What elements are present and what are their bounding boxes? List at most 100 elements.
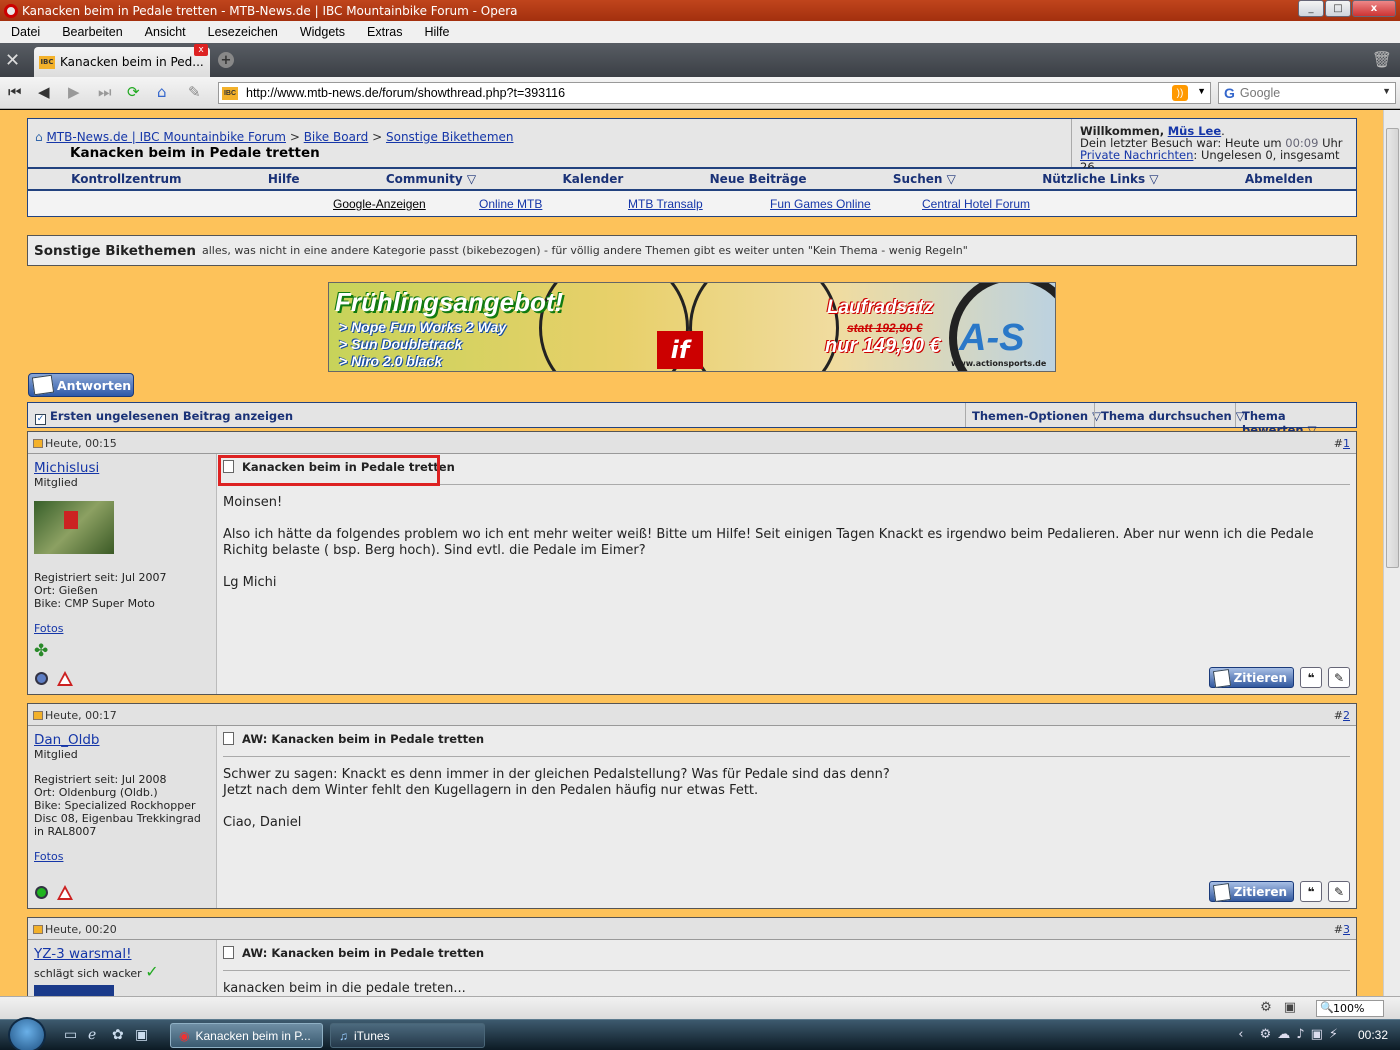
rewind-icon[interactable]: ⏮ bbox=[8, 83, 22, 101]
breadcrumb-sep: > bbox=[372, 130, 383, 144]
search-dropdown-icon[interactable]: ▼ bbox=[1382, 86, 1391, 96]
user-fotos-link[interactable]: Fotos bbox=[34, 622, 210, 635]
back-icon[interactable]: ◀ bbox=[38, 83, 50, 101]
tab-current[interactable]: IBC Kanacken beim in Ped... x bbox=[34, 44, 210, 77]
reply-button[interactable]: Antworten bbox=[28, 373, 134, 397]
system-tray[interactable]: ‹ ⚙☁♪▣⚡ bbox=[1238, 1027, 1344, 1042]
menu-ansicht[interactable]: Ansicht bbox=[134, 25, 197, 39]
post-number-link[interactable]: 2 bbox=[1343, 709, 1350, 722]
user-rank: Mitglied bbox=[34, 476, 78, 489]
quicklaunch-icon[interactable]: ✿ bbox=[112, 1027, 124, 1043]
post-number-link[interactable]: 1 bbox=[1343, 437, 1350, 450]
ad-link-mtb-transalp[interactable]: MTB Transalp bbox=[628, 197, 703, 211]
url-dropdown-icon[interactable]: ▼ bbox=[1197, 86, 1206, 96]
close-window-button[interactable]: x bbox=[1352, 0, 1396, 17]
report-icon[interactable] bbox=[57, 671, 73, 686]
nav-kalender[interactable]: Kalender bbox=[562, 172, 623, 186]
quote-button[interactable]: Zitieren bbox=[1208, 881, 1294, 902]
ad-link-fun-games[interactable]: Fun Games Online bbox=[770, 197, 871, 211]
zoom-control[interactable]: 🔍 100% bbox=[1316, 1000, 1384, 1017]
nav-community[interactable]: Community ▽ bbox=[386, 172, 476, 186]
nav-nuetzliche-links[interactable]: Nützliche Links ▽ bbox=[1042, 172, 1158, 186]
url-field[interactable]: IBC http://www.mtb-news.de/forum/showthr… bbox=[218, 82, 1211, 104]
username-link[interactable]: Dan_Oldb bbox=[34, 732, 100, 748]
taskbar-item-opera[interactable]: ◉ Kanacken beim in P... bbox=[170, 1023, 323, 1048]
page-content: ⌂ MTB-News.de | IBC Mountainbike Forum >… bbox=[0, 110, 1383, 996]
wheel-graphic bbox=[689, 283, 839, 371]
banner-item: > Nope Fun Works 2 Way bbox=[339, 319, 507, 335]
ie-icon[interactable]: ℯ bbox=[88, 1027, 96, 1043]
username-link[interactable]: YZ-3 warsmal! bbox=[34, 946, 132, 962]
thread-search-menu[interactable]: Thema durchsuchen ▽ bbox=[1094, 403, 1251, 427]
post-paragraph: kanacken beim in die pedale treten... bbox=[223, 981, 466, 996]
username-link[interactable]: Michislusi bbox=[34, 460, 99, 476]
menu-extras[interactable]: Extras bbox=[356, 25, 413, 39]
first-unread-link[interactable]: ✓ Ersten ungelesenen Beitrag anzeigen bbox=[35, 409, 293, 425]
post-message: Moinsen! Also ich hätte da folgendes pro… bbox=[223, 495, 1350, 591]
menu-bearbeiten[interactable]: Bearbeiten bbox=[51, 25, 133, 39]
rss-icon[interactable]: )) bbox=[1172, 85, 1188, 101]
window-titlebar: Kanacken beim in Pedale tretten - MTB-Ne… bbox=[0, 0, 1400, 21]
minimize-button[interactable]: _ bbox=[1298, 0, 1324, 17]
nav-neue-beitraege[interactable]: Neue Beiträge bbox=[710, 172, 807, 186]
nav-suchen[interactable]: Suchen ▽ bbox=[893, 172, 956, 186]
nav-abmelden[interactable]: Abmelden bbox=[1245, 172, 1313, 186]
menu-lesezeichen[interactable]: Lesezeichen bbox=[197, 25, 289, 39]
clock[interactable]: 00:32 bbox=[1358, 1028, 1388, 1042]
quote-button[interactable]: Zitieren bbox=[1208, 667, 1294, 688]
reload-icon[interactable]: ⟳ bbox=[127, 83, 140, 101]
tools-icon[interactable]: ✕ bbox=[5, 50, 20, 71]
quick-reply-icon[interactable]: ✎ bbox=[1328, 667, 1350, 688]
ad-banner[interactable]: Frühlingsangebot! > Nope Fun Works 2 Way… bbox=[328, 282, 1056, 372]
menu-widgets[interactable]: Widgets bbox=[289, 25, 356, 39]
quick-reply-icon[interactable]: ✎ bbox=[1328, 881, 1350, 902]
thread-rate-menu[interactable]: Thema bewerten ▽ bbox=[1235, 403, 1356, 437]
avatar[interactable] bbox=[34, 501, 114, 554]
user-status bbox=[35, 671, 73, 686]
user-fotos-link[interactable]: Fotos bbox=[34, 850, 210, 863]
multiquote-icon[interactable]: ❝ bbox=[1300, 881, 1322, 902]
show-desktop-icon[interactable]: ▭ bbox=[64, 1027, 77, 1043]
fast-forward-icon[interactable]: ⏭ bbox=[98, 83, 112, 101]
banner-item: > Sun Doubletrack bbox=[339, 336, 463, 352]
ad-link-online-mtb[interactable]: Online MTB bbox=[479, 197, 542, 211]
vertical-scrollbar[interactable] bbox=[1383, 110, 1400, 996]
breadcrumb-home[interactable]: MTB-News.de | IBC Mountainbike Forum bbox=[46, 130, 286, 144]
breadcrumb-sonstige[interactable]: Sonstige Bikethemen bbox=[386, 130, 514, 144]
post-hash: # bbox=[1333, 923, 1343, 936]
menu-hilfe[interactable]: Hilfe bbox=[413, 25, 460, 39]
nav-kontrollzentrum[interactable]: Kontrollzentrum bbox=[71, 172, 181, 186]
home-icon[interactable]: ⌂ bbox=[157, 83, 167, 101]
multiquote-icon[interactable]: ❝ bbox=[1300, 667, 1322, 688]
breadcrumb-bike-board[interactable]: Bike Board bbox=[304, 130, 369, 144]
tab-close-button[interactable]: x bbox=[194, 44, 208, 56]
forward-icon[interactable]: ▶ bbox=[68, 83, 80, 101]
first-unread-label: Ersten ungelesenen Beitrag anzeigen bbox=[50, 409, 294, 423]
post-number-link[interactable]: 3 bbox=[1343, 923, 1350, 936]
report-icon[interactable] bbox=[57, 885, 73, 900]
reply-button-label: Antworten bbox=[57, 377, 132, 393]
switch-windows-icon[interactable]: ▣ bbox=[135, 1027, 148, 1043]
start-button[interactable] bbox=[8, 1017, 46, 1050]
nav-hilfe[interactable]: Hilfe bbox=[268, 172, 300, 186]
post-message: kanacken beim in die pedale treten... bbox=[223, 981, 1350, 996]
banner-price: nur 149,90 € bbox=[825, 335, 941, 357]
search-field[interactable]: G Google ▼ bbox=[1218, 82, 1396, 104]
checkmark-icon: ✓ bbox=[145, 962, 159, 981]
user-registered: Registriert seit: Jul 2007 bbox=[34, 571, 167, 584]
post-actions: Zitieren ❝ ✎ bbox=[1208, 881, 1350, 902]
taskbar-item-itunes[interactable]: ♫ iTunes bbox=[330, 1023, 485, 1048]
trash-icon[interactable]: 🗑 bbox=[1372, 50, 1392, 69]
menu-datei[interactable]: Datei bbox=[0, 25, 51, 39]
user-bike: Bike: Specialized Rockhopper Disc 08, Ei… bbox=[34, 799, 201, 838]
new-tab-button[interactable]: + bbox=[218, 52, 234, 68]
ad-link-central-hotel[interactable]: Central Hotel Forum bbox=[922, 197, 1030, 211]
scrollbar-thumb[interactable] bbox=[1386, 128, 1399, 568]
thread-options-menu[interactable]: Themen-Optionen ▽ bbox=[965, 403, 1107, 427]
post: Heute, 00:17 #2 Dan_Oldb Mitglied Regist… bbox=[27, 703, 1357, 909]
statusbar-icons[interactable]: ⚙▣ bbox=[1260, 1000, 1308, 1015]
post-title-text: AW: Kanacken beim in Pedale tretten bbox=[242, 732, 485, 746]
maximize-button[interactable]: □ bbox=[1325, 0, 1351, 17]
post-number: #2 bbox=[1334, 709, 1350, 722]
edit-icon[interactable]: ✎ bbox=[188, 83, 201, 101]
